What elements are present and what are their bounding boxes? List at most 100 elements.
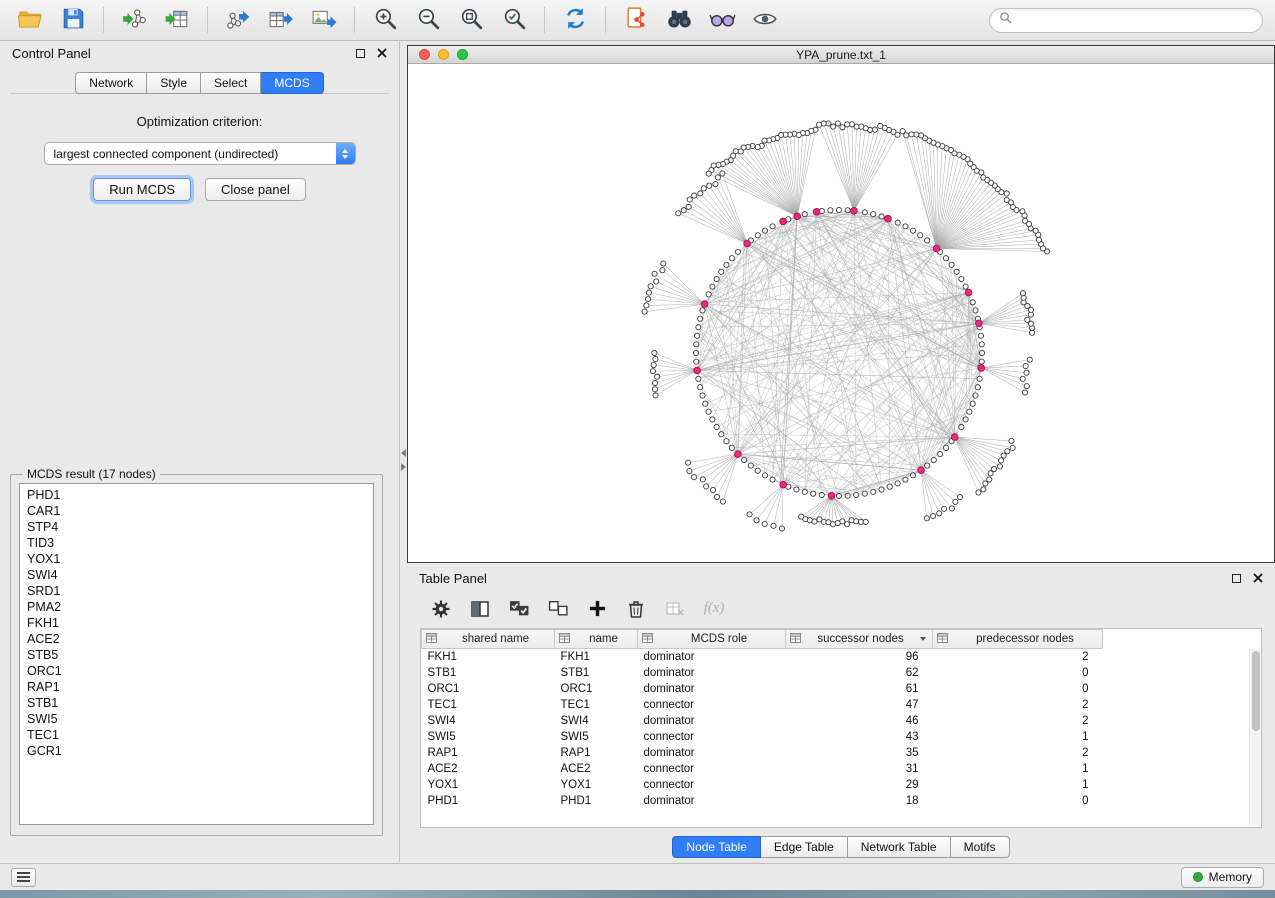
- tab-motifs[interactable]: Motifs: [951, 836, 1010, 858]
- tab-mcds[interactable]: MCDS: [261, 72, 323, 94]
- sort-descending-icon[interactable]: [920, 637, 926, 641]
- cell-shared-name[interactable]: ACE2: [422, 761, 555, 777]
- tab-style[interactable]: Style: [147, 72, 201, 94]
- cell-shared-name[interactable]: PHD1: [422, 793, 555, 809]
- cell-successor-nodes[interactable]: 35: [786, 745, 933, 761]
- network-view[interactable]: [408, 64, 1274, 561]
- cell-shared-name[interactable]: TEC1: [422, 697, 555, 713]
- network-window-titlebar[interactable]: YPA_prune.txt_1: [408, 46, 1274, 64]
- memory-button[interactable]: Memory: [1181, 867, 1264, 888]
- cell-mcds-role[interactable]: dominator: [638, 713, 786, 729]
- table-row[interactable]: PHD1PHD1dominator180: [422, 793, 1103, 809]
- cell-shared-name[interactable]: YOX1: [422, 777, 555, 793]
- mcds-result-item[interactable]: RAP1: [20, 679, 373, 695]
- mcds-result-item[interactable]: PHD1: [20, 487, 373, 503]
- mcds-result-item[interactable]: STB5: [20, 647, 373, 663]
- optimization-criterion-select[interactable]: largest connected component (undirected): [44, 142, 356, 165]
- scrollbar-thumb[interactable]: [1252, 651, 1260, 731]
- cell-name[interactable]: FKH1: [555, 649, 638, 665]
- table-row[interactable]: SWI4SWI4dominator462: [422, 713, 1103, 729]
- cell-predecessor-nodes[interactable]: 1: [933, 729, 1103, 745]
- cell-shared-name[interactable]: SWI5: [422, 729, 555, 745]
- add-row-button[interactable]: [586, 598, 608, 620]
- cell-successor-nodes[interactable]: 46: [786, 713, 933, 729]
- cell-successor-nodes[interactable]: 31: [786, 761, 933, 777]
- cell-predecessor-nodes[interactable]: 1: [933, 777, 1103, 793]
- cell-mcds-role[interactable]: dominator: [638, 649, 786, 665]
- zoom-selected-button[interactable]: [496, 4, 532, 36]
- cell-name[interactable]: TEC1: [555, 697, 638, 713]
- close-panel-button[interactable]: Close panel: [205, 178, 306, 201]
- cell-mcds-role[interactable]: connector: [638, 697, 786, 713]
- column-header-shared-name[interactable]: shared name: [422, 630, 555, 649]
- cell-predecessor-nodes[interactable]: 2: [933, 649, 1103, 665]
- cell-name[interactable]: PHD1: [555, 793, 638, 809]
- cell-predecessor-nodes[interactable]: 2: [933, 713, 1103, 729]
- close-window-icon[interactable]: [419, 49, 430, 60]
- mcds-result-item[interactable]: STB1: [20, 695, 373, 711]
- save-session-button[interactable]: [55, 4, 91, 36]
- table-row[interactable]: STB1STB1dominator620: [422, 665, 1103, 681]
- table-row[interactable]: ACE2ACE2connector311: [422, 761, 1103, 777]
- export-image-button[interactable]: [306, 4, 342, 36]
- table-row[interactable]: FKH1FKH1dominator962: [422, 649, 1103, 665]
- cell-shared-name[interactable]: SWI4: [422, 713, 555, 729]
- mcds-result-item[interactable]: ACE2: [20, 631, 373, 647]
- cell-successor-nodes[interactable]: 29: [786, 777, 933, 793]
- mcds-result-item[interactable]: TID3: [20, 535, 373, 551]
- cell-successor-nodes[interactable]: 47: [786, 697, 933, 713]
- maximize-window-icon[interactable]: [457, 49, 468, 60]
- cell-successor-nodes[interactable]: 96: [786, 649, 933, 665]
- cell-shared-name[interactable]: ORC1: [422, 681, 555, 697]
- cell-successor-nodes[interactable]: 43: [786, 729, 933, 745]
- cell-successor-nodes[interactable]: 62: [786, 665, 933, 681]
- table-row[interactable]: SWI5SWI5connector431: [422, 729, 1103, 745]
- search-box[interactable]: [989, 8, 1263, 33]
- mcds-result-item[interactable]: ORC1: [20, 663, 373, 679]
- tab-edge-table[interactable]: Edge Table: [761, 836, 848, 858]
- cell-predecessor-nodes[interactable]: 2: [933, 697, 1103, 713]
- style-button[interactable]: [704, 4, 740, 36]
- import-table-button[interactable]: [159, 4, 195, 36]
- cell-mcds-role[interactable]: dominator: [638, 793, 786, 809]
- expand-right-icon[interactable]: [401, 463, 406, 471]
- mcds-result-item[interactable]: SWI5: [20, 711, 373, 727]
- delete-row-button[interactable]: [625, 598, 647, 620]
- cell-mcds-role[interactable]: dominator: [638, 665, 786, 681]
- show-panels-button[interactable]: [11, 868, 36, 887]
- close-panel-icon[interactable]: [1253, 571, 1263, 586]
- mcds-result-item[interactable]: GCR1: [20, 743, 373, 759]
- mcds-result-item[interactable]: TEC1: [20, 727, 373, 743]
- table-row[interactable]: YOX1YOX1connector291: [422, 777, 1103, 793]
- collapse-left-icon[interactable]: [401, 449, 406, 457]
- tab-network[interactable]: Network: [75, 72, 147, 94]
- cell-mcds-role[interactable]: connector: [638, 729, 786, 745]
- column-header-predecessor-nodes[interactable]: predecessor nodes: [933, 630, 1103, 649]
- zoom-in-button[interactable]: [367, 4, 403, 36]
- cell-mcds-role[interactable]: connector: [638, 761, 786, 777]
- cell-shared-name[interactable]: STB1: [422, 665, 555, 681]
- run-mcds-button[interactable]: Run MCDS: [93, 178, 191, 201]
- export-network-button[interactable]: [220, 4, 256, 36]
- float-panel-icon[interactable]: [356, 49, 365, 58]
- mcds-result-item[interactable]: STP4: [20, 519, 373, 535]
- open-session-button[interactable]: [12, 4, 48, 36]
- tab-node-table[interactable]: Node Table: [672, 836, 761, 858]
- zoom-fit-button[interactable]: [453, 4, 489, 36]
- select-all-button[interactable]: [508, 598, 530, 620]
- cell-shared-name[interactable]: RAP1: [422, 745, 555, 761]
- table-row[interactable]: RAP1RAP1dominator352: [422, 745, 1103, 761]
- minimize-window-icon[interactable]: [438, 49, 449, 60]
- panel-splitter[interactable]: [400, 41, 407, 862]
- column-header-name[interactable]: name: [555, 630, 638, 649]
- search-input[interactable]: [1018, 13, 1253, 27]
- table-row[interactable]: ORC1ORC1dominator610: [422, 681, 1103, 697]
- cell-predecessor-nodes[interactable]: 1: [933, 761, 1103, 777]
- cell-name[interactable]: ACE2: [555, 761, 638, 777]
- import-network-button[interactable]: [116, 4, 152, 36]
- cell-mcds-role[interactable]: connector: [638, 777, 786, 793]
- cell-predecessor-nodes[interactable]: 0: [933, 681, 1103, 697]
- export-table-button[interactable]: [263, 4, 299, 36]
- mcds-result-item[interactable]: CAR1: [20, 503, 373, 519]
- mcds-result-list[interactable]: PHD1CAR1STP4TID3YOX1SWI4SRD1PMA2FKH1ACE2…: [19, 483, 374, 825]
